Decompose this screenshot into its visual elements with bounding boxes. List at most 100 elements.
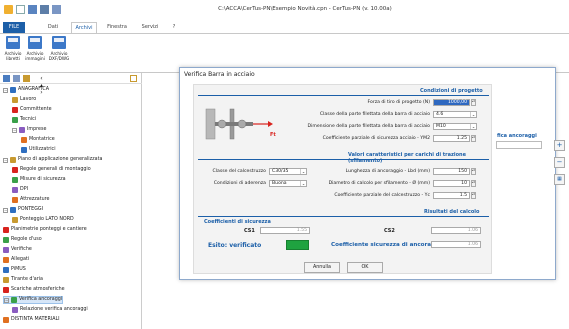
coefficienti-sicurezza-title: Coefficienti di sicurezza (204, 219, 271, 225)
tree-item[interactable]: − Piano di applicazione generalizzata (3, 156, 102, 164)
tree-item[interactable]: DPI (12, 186, 28, 194)
tree-item[interactable]: Relazione verifica ancoraggi (12, 306, 88, 314)
tab-finestra[interactable]: Finestra (102, 22, 132, 33)
tree-icon[interactable] (23, 75, 30, 82)
remove-anchor-button[interactable]: − (554, 157, 565, 168)
open-file-icon[interactable] (28, 5, 37, 14)
tree-item[interactable]: Utilizzatrici (21, 146, 56, 154)
esito-label: Esito: verificato (208, 242, 262, 249)
tree-item[interactable]: Scariche atmosferiche (3, 286, 65, 294)
tree-item-label: Ponteggio LATO NORD (20, 217, 74, 222)
tab-help[interactable]: ? (170, 22, 178, 33)
tree-node-icon (10, 157, 16, 163)
ribbon-tabs: FILE Dati Archivi Finestra Servizi ? (0, 22, 569, 33)
tree-item[interactable]: Allegati (3, 256, 29, 264)
tree-item[interactable]: Attrezzature (12, 196, 50, 204)
nav-arrows-icon[interactable]: ‹ ▴ › (38, 75, 45, 96)
tree-node-icon (3, 277, 9, 283)
cs2-value: 1.06 (431, 227, 481, 234)
expander-icon[interactable]: − (3, 207, 8, 213)
panel-option-icon[interactable] (130, 75, 137, 82)
classe-cls-select[interactable]: C30/35 ⌄ (269, 168, 307, 175)
aderenza-select[interactable]: Buona ⌄ (269, 180, 307, 187)
edit-anchor-button[interactable]: ▦ (554, 174, 565, 185)
tree-item-label: Tecnici (20, 117, 37, 122)
tab-file[interactable]: FILE (3, 22, 25, 33)
tree-item-label: DISTINTA MATERIALI (11, 317, 60, 322)
coeff-c-input[interactable]: 1.5 (433, 192, 470, 199)
section-valori-caratteristici: Valori caratteristici per carichi di tra… (348, 152, 467, 164)
cs2-label: CS2 (384, 228, 395, 234)
ok-button[interactable]: OK (347, 262, 383, 273)
app-logo-icon (4, 5, 13, 14)
tree-node-icon (12, 307, 18, 313)
lunghezza-spinner[interactable]: ▴▾ (471, 168, 476, 175)
dialog-title: Verifica Barra in acciaio (184, 71, 255, 78)
archive-icon (28, 36, 42, 49)
window-title: C:\ACCA\CerTus-PN\Esempio Novità.cpn - C… (218, 6, 392, 12)
new-file-icon[interactable] (16, 5, 25, 14)
archivio-immagini-label-2: immagini (25, 56, 45, 61)
coeff-m2-spinner[interactable]: ▴▾ (471, 135, 476, 142)
tree-item-label: Verifica ancoraggi (19, 297, 63, 302)
tree-item-label: Piano di applicazione generalizzata (18, 157, 103, 162)
tab-archivi[interactable]: Archivi (71, 22, 97, 33)
title-bar: C:\ACCA\CerTus-PN\Esempio Novità.cpn - C… (0, 0, 569, 22)
tab-servizi[interactable]: Servizi (138, 22, 162, 33)
aderenza-value: Buona (272, 181, 287, 186)
coeff-c-label: Coefficiente parziale del calcestruzzo -… (334, 193, 430, 198)
lunghezza-label: Lunghezza di ancoraggio - Lbd (mm) (345, 169, 430, 174)
tree-node-icon (12, 217, 18, 223)
expander-icon[interactable]: − (3, 87, 8, 93)
dialog-body: Condizioni di progetto Ft Forza di tiro … (193, 84, 492, 274)
save-icon[interactable] (40, 5, 49, 14)
tree-node-icon (10, 87, 16, 93)
expander-icon[interactable]: − (12, 127, 17, 133)
tree-item[interactable]: − PONTEGGI (3, 206, 43, 214)
archivio-immagini-button[interactable]: Archivio immagini (24, 36, 46, 70)
archivio-libretti-button[interactable]: Archivio libretti (2, 36, 24, 70)
tree-item-label: PONTEGGI (18, 207, 44, 212)
tree-item-label: Tirante d'aria (11, 277, 43, 282)
expander-icon[interactable]: − (4, 297, 9, 303)
tree-item[interactable]: Planimetrie ponteggi e cantiere (3, 226, 87, 234)
archivio-dxf-button[interactable]: Archivio DXF/DWG (46, 36, 72, 70)
chevron-down-icon: ⌄ (300, 181, 306, 186)
anchor-list[interactable] (496, 141, 542, 149)
lunghezza-input[interactable]: 150 (433, 168, 470, 175)
tree-node-icon (12, 197, 18, 203)
print-icon[interactable] (52, 5, 61, 14)
tab-dati[interactable]: Dati (43, 22, 63, 33)
classe-filettata-select[interactable]: 4.6 ⌄ (433, 111, 477, 118)
annulla-button[interactable]: Annulla (304, 262, 340, 273)
tree-item[interactable]: Montatrice (21, 136, 55, 144)
tree-item[interactable]: Regole generali di montaggio (12, 166, 91, 174)
tree-item[interactable]: PiMUS (3, 266, 26, 274)
dimensione-select[interactable]: M10 ⌄ (433, 123, 477, 130)
tree-item[interactable]: Ponteggio LATO NORD (12, 216, 74, 224)
tree-item[interactable]: Committente (12, 106, 52, 114)
tree-item[interactable]: Regole d'uso (3, 236, 42, 244)
classe-cls-value: C30/35 (272, 169, 289, 174)
expand-icon[interactable] (3, 75, 10, 82)
collapse-icon[interactable] (13, 75, 20, 82)
add-anchor-button[interactable]: + (554, 140, 565, 151)
tree-item[interactable]: Verifiche (3, 246, 32, 254)
tree-item[interactable]: − Verifica ancoraggi (3, 296, 64, 304)
forza-input[interactable]: 1000,00 (433, 99, 470, 106)
chevron-down-icon: ⌄ (300, 169, 306, 174)
tree-item[interactable]: DISTINTA MATERIALI (3, 316, 60, 324)
tree-item[interactable]: Tecnici (12, 116, 36, 124)
coeff-c-spinner[interactable]: ▴▾ (471, 192, 476, 199)
classe-cls-label: Classe del calcestruzzo (212, 169, 266, 174)
tree-item[interactable]: − ANAGRAFICA (3, 86, 49, 94)
tree-item[interactable]: − Imprese (12, 126, 46, 134)
diametro-spinner[interactable]: ▴▾ (471, 180, 476, 187)
coeff-m2-input[interactable]: 1.25 (433, 135, 470, 142)
tree-item[interactable]: Tirante d'aria (3, 276, 43, 284)
tree-item[interactable]: Lavoro (12, 96, 36, 104)
diametro-input[interactable]: 10 (433, 180, 470, 187)
tree-item[interactable]: Misure di sicurezza (12, 176, 66, 184)
expander-icon[interactable]: − (3, 157, 8, 163)
forza-spinner[interactable]: ▴▾ (471, 99, 476, 106)
